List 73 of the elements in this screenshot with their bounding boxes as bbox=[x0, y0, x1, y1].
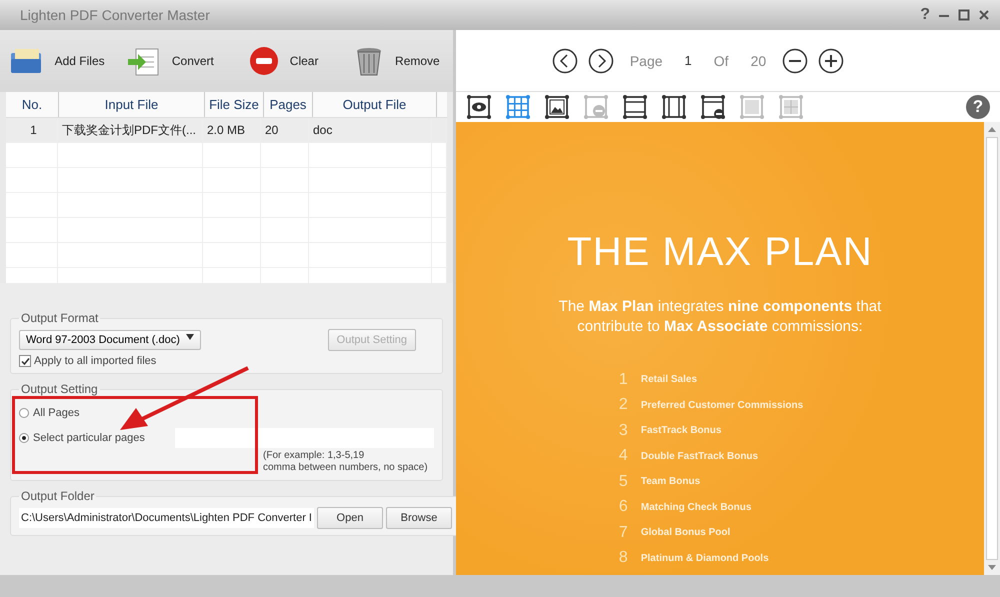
list-item-text: Matching Check Bonus bbox=[640, 502, 752, 513]
toolbar-button[interactable]: Clear bbox=[226, 30, 340, 92]
list-number: 5 bbox=[618, 472, 629, 491]
window-title: Lighten PDF Converter Master bbox=[20, 7, 210, 23]
columns-view-icon[interactable] bbox=[661, 94, 687, 120]
checkbox[interactable] bbox=[19, 355, 31, 367]
eye-view-icon[interactable] bbox=[466, 94, 492, 120]
list-item-text: Double FastTrack Bonus bbox=[640, 450, 758, 462]
radio-label: All Pages bbox=[33, 406, 80, 418]
folder-button[interactable]: Open bbox=[317, 507, 383, 529]
group-label: Output Setting bbox=[20, 382, 99, 396]
close-icon[interactable] bbox=[978, 9, 990, 21]
maximize-icon[interactable] bbox=[958, 9, 970, 21]
folder-button[interactable]: Browse bbox=[386, 507, 452, 529]
group-label: Output Folder bbox=[20, 489, 96, 503]
table-cell: 2.0 MB bbox=[203, 118, 261, 142]
folder-path-field[interactable]: C:\Users\Administrator\Documents\Lighten PDF Converter I bbox=[19, 508, 314, 528]
table-row[interactable]: 1 下载奖金计划PDF文件(... 2.0 MB 20 doc bbox=[6, 118, 447, 143]
radio-button[interactable] bbox=[19, 408, 29, 418]
toolbar-button[interactable]: Add Files bbox=[0, 30, 114, 92]
hint-text: comma between numbers, no space) bbox=[263, 462, 428, 474]
format-dropdown[interactable]: Word 97-2003 Document (.doc) bbox=[19, 330, 201, 350]
toolbar-button[interactable]: Convert bbox=[113, 30, 226, 92]
scroll-down-icon[interactable] bbox=[987, 564, 997, 572]
image-view-icon[interactable] bbox=[544, 94, 570, 120]
list-number: 8 bbox=[618, 549, 629, 568]
list-item-text: Retail Sales bbox=[640, 374, 698, 386]
next-page-icon[interactable] bbox=[588, 48, 614, 74]
list-number: 6 bbox=[618, 498, 629, 516]
list-item-text: Team Bonus bbox=[640, 476, 700, 488]
list-item-text: FastTrack Bonus bbox=[640, 425, 722, 436]
zoom-in-icon[interactable] bbox=[818, 48, 844, 74]
table-cell: 1 bbox=[6, 118, 58, 142]
previous-page-icon[interactable] bbox=[552, 48, 578, 74]
page-paragraph: The Max Plan integrates nine components that contribute to Max Associate commissions: bbox=[558, 297, 882, 337]
grid-view-icon[interactable] bbox=[505, 94, 531, 120]
dropdown-caret-icon bbox=[186, 334, 194, 340]
hint-text: (For example: 1,3-5,19 bbox=[263, 450, 364, 462]
list-item-text: Preferred Customer Commissions bbox=[640, 400, 804, 411]
of-label: Of bbox=[714, 52, 729, 68]
toolbar-button[interactable]: Remove bbox=[340, 30, 453, 92]
scrollbar[interactable] bbox=[984, 122, 1000, 575]
table-cell: 20 bbox=[261, 118, 309, 142]
list-item-text: Platinum & Diamond Pools bbox=[640, 552, 769, 564]
table-cell: 下载奖金计划PDF文件(... bbox=[58, 118, 203, 142]
minus-circle-icon bbox=[248, 45, 280, 77]
list-number: 4 bbox=[618, 447, 629, 466]
radio-label: Select particular pages bbox=[33, 432, 146, 444]
column-header[interactable]: No. bbox=[6, 92, 59, 117]
page-label: Page bbox=[630, 52, 663, 68]
page-heading: THE MAX PLAN bbox=[567, 230, 873, 275]
column-header[interactable]: File Size bbox=[205, 92, 264, 117]
rows-view-icon[interactable] bbox=[622, 94, 648, 120]
column-header[interactable]: Pages bbox=[264, 92, 313, 117]
list-number: 3 bbox=[618, 422, 629, 440]
column-header[interactable]: Output File bbox=[313, 92, 437, 117]
page-number[interactable]: 1 bbox=[684, 53, 692, 68]
checkbox-label: Apply to all imported files bbox=[34, 355, 156, 367]
group-label: Output Format bbox=[20, 311, 100, 325]
radio-button[interactable] bbox=[19, 432, 29, 442]
help-button[interactable]: ? bbox=[920, 6, 930, 24]
list-item-text: Global Bonus Pool bbox=[640, 527, 730, 538]
frame-minus-view-icon[interactable] bbox=[700, 94, 726, 120]
list-number: 1 bbox=[618, 370, 629, 389]
help-button[interactable]: ? bbox=[966, 95, 990, 119]
column-header[interactable]: Input File bbox=[59, 92, 205, 117]
list-number: 2 bbox=[618, 396, 629, 414]
pages-input-field[interactable] bbox=[175, 428, 434, 448]
page-total: 20 bbox=[750, 52, 766, 68]
scroll-up-icon[interactable] bbox=[987, 125, 997, 133]
table-cell: doc bbox=[309, 118, 432, 142]
list-number: 7 bbox=[618, 524, 629, 542]
zoom-out-icon[interactable] bbox=[782, 48, 808, 74]
